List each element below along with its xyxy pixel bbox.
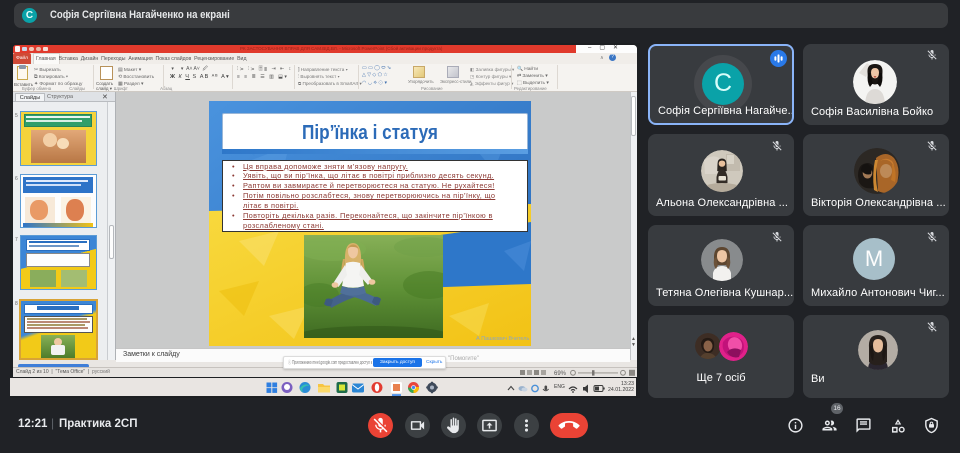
svg-text:69%: 69% [554,371,567,377]
